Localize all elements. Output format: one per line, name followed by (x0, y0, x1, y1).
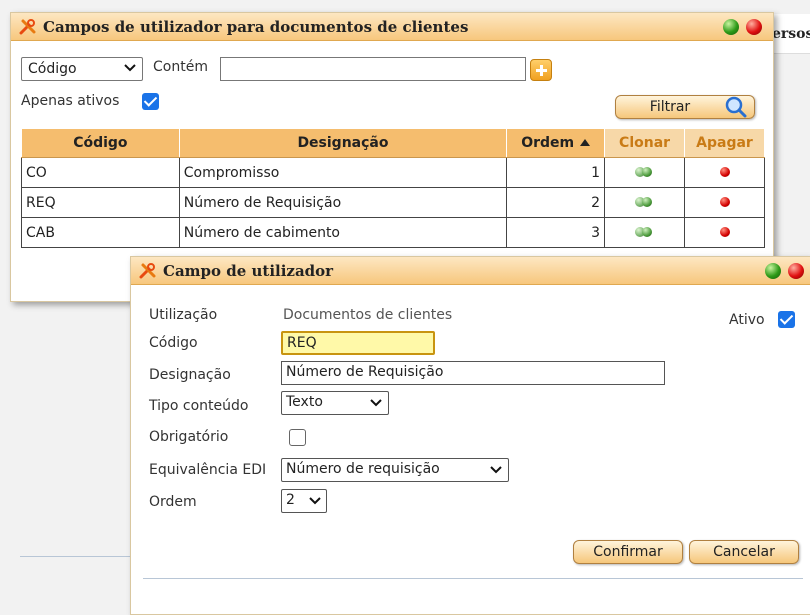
filter-operator-label: Contém (153, 59, 208, 75)
tools-icon (139, 263, 156, 279)
edi-label: Equivalência EDI (149, 462, 267, 478)
background-divider (20, 556, 132, 557)
cancel-button[interactable]: Cancelar (689, 540, 799, 564)
code-label: Código (149, 335, 198, 351)
name-input[interactable]: Número de Requisição (281, 361, 665, 385)
table-row[interactable]: CO Compromisso 1 (21, 157, 765, 188)
content-type-value: Texto (286, 394, 323, 410)
usage-label: Utilização (149, 307, 218, 323)
edi-value: Número de requisição (286, 461, 440, 477)
filter-button[interactable]: Filtrar (615, 95, 755, 119)
content-type-select[interactable]: Texto (281, 391, 389, 415)
row-name[interactable]: Compromisso (178, 157, 508, 188)
edit-dialog-titlebar[interactable]: Campo de utilizador (131, 257, 810, 285)
only-active-checkbox[interactable] (142, 93, 159, 110)
chevron-down-icon (370, 399, 382, 407)
clone-icon[interactable] (634, 196, 655, 207)
row-order[interactable]: 3 (506, 217, 606, 248)
column-header-order[interactable]: Ordem (506, 128, 606, 158)
clone-icon[interactable] (634, 226, 655, 237)
table-row[interactable]: CAB Número de cabimento 3 (21, 217, 765, 248)
column-header-clone: Clonar (604, 128, 686, 158)
name-label: Designação (149, 367, 231, 383)
column-header-order-label: Ordem (521, 135, 575, 151)
list-dialog-titlebar[interactable]: Campos de utilizador para documentos de … (11, 13, 773, 41)
delete-icon[interactable] (719, 226, 730, 237)
filter-field-select[interactable]: Código (21, 57, 143, 81)
row-order[interactable]: 2 (506, 187, 606, 218)
column-header-delete: Apagar (684, 128, 765, 158)
sort-ascending-icon (580, 139, 591, 146)
delete-icon[interactable] (719, 196, 730, 207)
table-row[interactable]: REQ Número de Requisição 2 (21, 187, 765, 218)
background-partial-title: ersos (772, 26, 810, 42)
maximize-icon[interactable] (723, 19, 739, 35)
column-header-code[interactable]: Código (21, 128, 180, 158)
clone-icon[interactable] (634, 166, 655, 177)
close-icon[interactable] (788, 263, 804, 279)
filter-value-input[interactable] (220, 57, 526, 81)
content-type-label: Tipo conteúdo (149, 398, 249, 414)
chevron-down-icon (490, 466, 502, 474)
row-code[interactable]: REQ (21, 187, 180, 218)
delete-cell[interactable] (684, 217, 765, 248)
active-checkbox[interactable] (778, 311, 795, 328)
list-dialog-title: Campos de utilizador para documentos de … (43, 18, 469, 36)
row-name[interactable]: Número de cabimento (178, 217, 508, 248)
filter-button-label: Filtrar (649, 99, 691, 115)
edit-dialog-title: Campo de utilizador (163, 262, 334, 280)
code-input[interactable]: REQ (281, 331, 435, 355)
clone-cell[interactable] (604, 217, 686, 248)
row-order[interactable]: 1 (506, 157, 606, 188)
row-code[interactable]: CAB (21, 217, 180, 248)
edi-select[interactable]: Número de requisição (281, 458, 509, 482)
add-filter-icon[interactable] (530, 59, 552, 81)
clone-cell[interactable] (604, 157, 686, 188)
confirm-button[interactable]: Confirmar (573, 540, 683, 564)
row-name[interactable]: Número de Requisição (178, 187, 508, 218)
close-icon[interactable] (746, 19, 762, 35)
clone-cell[interactable] (604, 187, 686, 218)
row-code[interactable]: CO (21, 157, 180, 188)
mandatory-checkbox[interactable] (289, 429, 306, 446)
active-label: Ativo (729, 312, 765, 328)
user-field-edit-dialog: Campo de utilizador Utilização Documento… (130, 256, 810, 615)
delete-cell[interactable] (684, 187, 765, 218)
footer-divider (143, 578, 803, 579)
mandatory-label: Obrigatório (149, 429, 229, 445)
chevron-down-icon (124, 64, 136, 72)
order-select[interactable]: 2 (281, 489, 327, 513)
delete-icon[interactable] (719, 166, 730, 177)
column-header-name[interactable]: Designação (178, 128, 508, 158)
chevron-down-icon (309, 497, 321, 505)
delete-cell[interactable] (684, 157, 765, 188)
maximize-icon[interactable] (765, 263, 781, 279)
user-fields-table: Código Designação Ordem Clonar Apagar CO… (21, 128, 765, 248)
usage-value: Documentos de clientes (283, 307, 453, 323)
order-value: 2 (286, 492, 295, 508)
search-icon (725, 96, 747, 118)
tools-icon (19, 19, 36, 35)
order-label: Ordem (149, 494, 197, 510)
filter-field-value: Código (28, 61, 77, 77)
only-active-label: Apenas ativos (21, 93, 120, 109)
background-header: ersos (770, 14, 810, 54)
